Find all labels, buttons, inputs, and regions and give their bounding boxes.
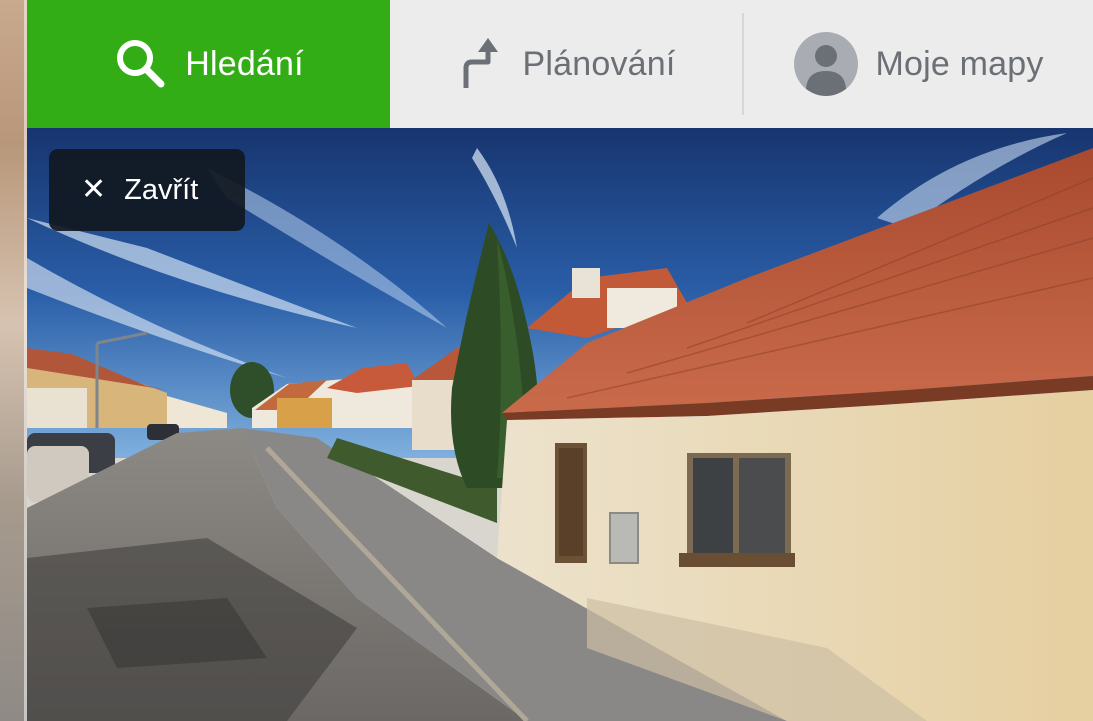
user-avatar-icon — [793, 31, 859, 97]
tab-planning-label: Plánování — [522, 44, 676, 83]
tab-my-maps-label: Moje mapy — [875, 44, 1044, 83]
top-navigation-tabs: Hledání Plánování Moje mapy — [27, 0, 1093, 128]
route-turn-icon — [458, 36, 506, 92]
tab-search[interactable]: Hledání — [27, 0, 390, 128]
tab-search-label: Hledání — [185, 44, 304, 83]
close-icon: ✕ — [81, 173, 107, 206]
underlying-map-edge — [0, 0, 27, 721]
tab-planning[interactable]: Plánování — [390, 0, 744, 128]
close-panorama-label: Zavřít — [124, 173, 199, 206]
close-panorama-button[interactable]: ✕ Zavřít — [49, 149, 245, 231]
search-icon — [113, 36, 169, 92]
tab-my-maps[interactable]: Moje mapy — [744, 0, 1093, 128]
